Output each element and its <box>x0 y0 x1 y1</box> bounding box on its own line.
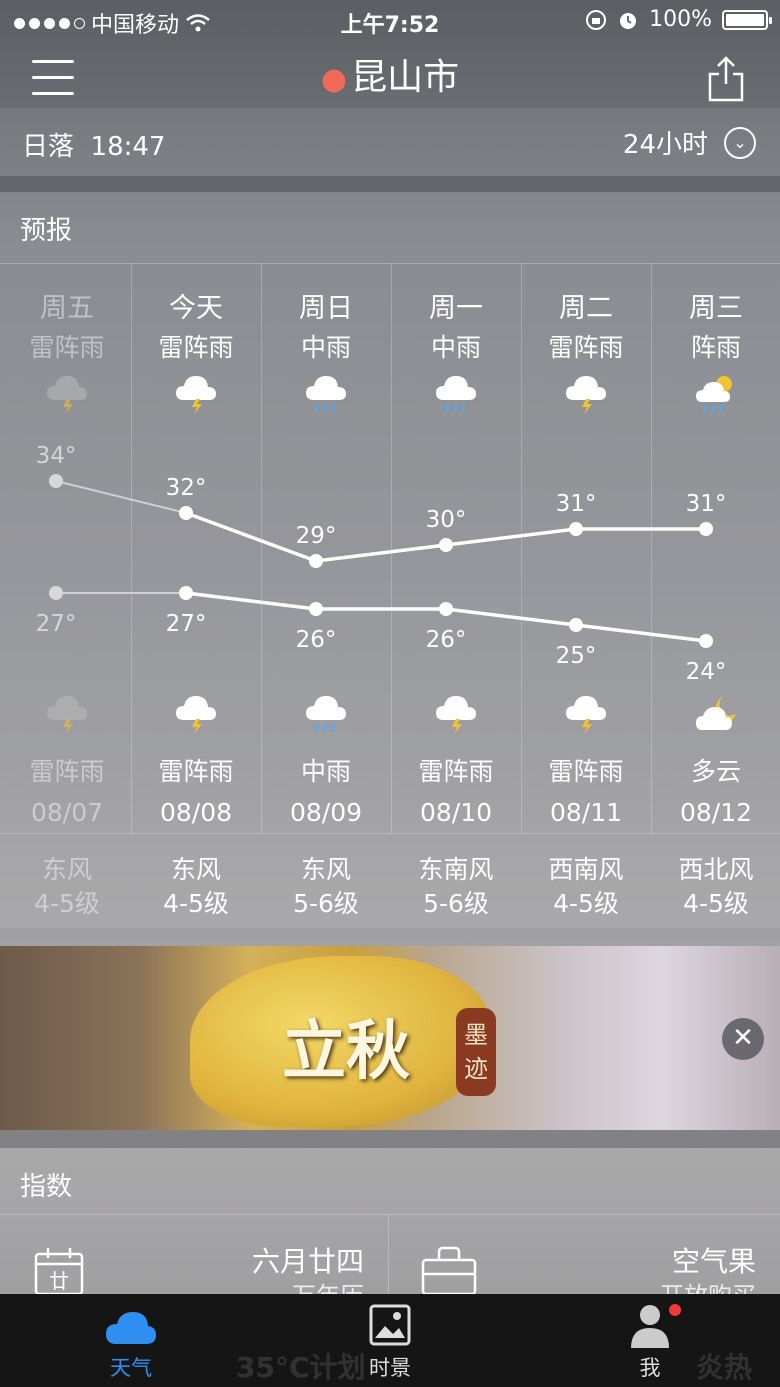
close-icon[interactable]: ✕ <box>722 1018 764 1060</box>
low-temp-label: 26° <box>426 627 467 653</box>
banner-title: 立秋 <box>282 1014 410 1089</box>
high-temp-label: 30° <box>426 507 467 533</box>
banner-seal: 墨迹 <box>456 1008 496 1096</box>
photo-icon <box>369 1304 411 1346</box>
notification-badge <box>669 1304 681 1316</box>
low-temp-label: 27° <box>166 611 207 637</box>
tab-scenes[interactable]: 时景 <box>325 1294 455 1387</box>
high-temp-point <box>439 538 453 552</box>
calendar-icon: 廿 <box>34 1248 84 1294</box>
high-temp-point <box>179 506 193 520</box>
low-temp-label: 27° <box>36 611 77 637</box>
tab-label: 我 <box>639 1356 661 1380</box>
low-temp-point <box>699 634 713 648</box>
high-temp-label: 29° <box>296 523 337 549</box>
high-temp-point <box>49 474 63 488</box>
low-temp-point <box>569 618 583 632</box>
person-icon <box>631 1305 669 1348</box>
low-temp-point <box>439 602 453 616</box>
low-temp-label: 26° <box>296 627 337 653</box>
tab-label: 时景 <box>369 1356 411 1380</box>
low-temp-point <box>309 602 323 616</box>
high-temp-point <box>309 554 323 568</box>
high-temp-label: 34° <box>36 443 77 469</box>
high-temp-label: 32° <box>166 475 207 501</box>
low-temp-point <box>49 586 63 600</box>
tab-me[interactable]: 我 <box>585 1294 715 1387</box>
low-temp-point <box>179 586 193 600</box>
solar-term-banner[interactable]: 立秋 墨迹 ✕ <box>0 946 780 1130</box>
low-temp-segment <box>575 623 707 643</box>
index-item-air-fruit[interactable]: 空气果 开放购买 <box>389 1214 780 1310</box>
low-temp-label: 24° <box>686 659 727 685</box>
tab-label: 天气 <box>110 1356 152 1380</box>
tab-weather[interactable]: 天气 <box>66 1294 196 1387</box>
high-temp-point <box>569 522 583 536</box>
low-temp-label: 25° <box>556 643 597 669</box>
index-item-title: 六月廿四 <box>251 1245 364 1278</box>
low-temp-segment <box>185 591 317 611</box>
index-title: 指数 <box>20 1172 73 1202</box>
divider <box>0 1130 780 1148</box>
index-item-title: 空气果 <box>671 1245 756 1278</box>
high-temp-point <box>699 522 713 536</box>
shopping-bag-icon <box>421 1246 477 1294</box>
low-temp-segment <box>445 607 577 627</box>
cloud-icon <box>106 1312 156 1344</box>
index-item-calendar[interactable]: 廿 六月廿四 万年历 <box>0 1214 388 1310</box>
tab-bar: 35°C计划 炎热 天气 时景 我 <box>0 1294 780 1387</box>
high-temp-label: 31° <box>556 491 597 517</box>
high-temp-label: 31° <box>686 491 727 517</box>
svg-text:廿: 廿 <box>49 1269 69 1293</box>
